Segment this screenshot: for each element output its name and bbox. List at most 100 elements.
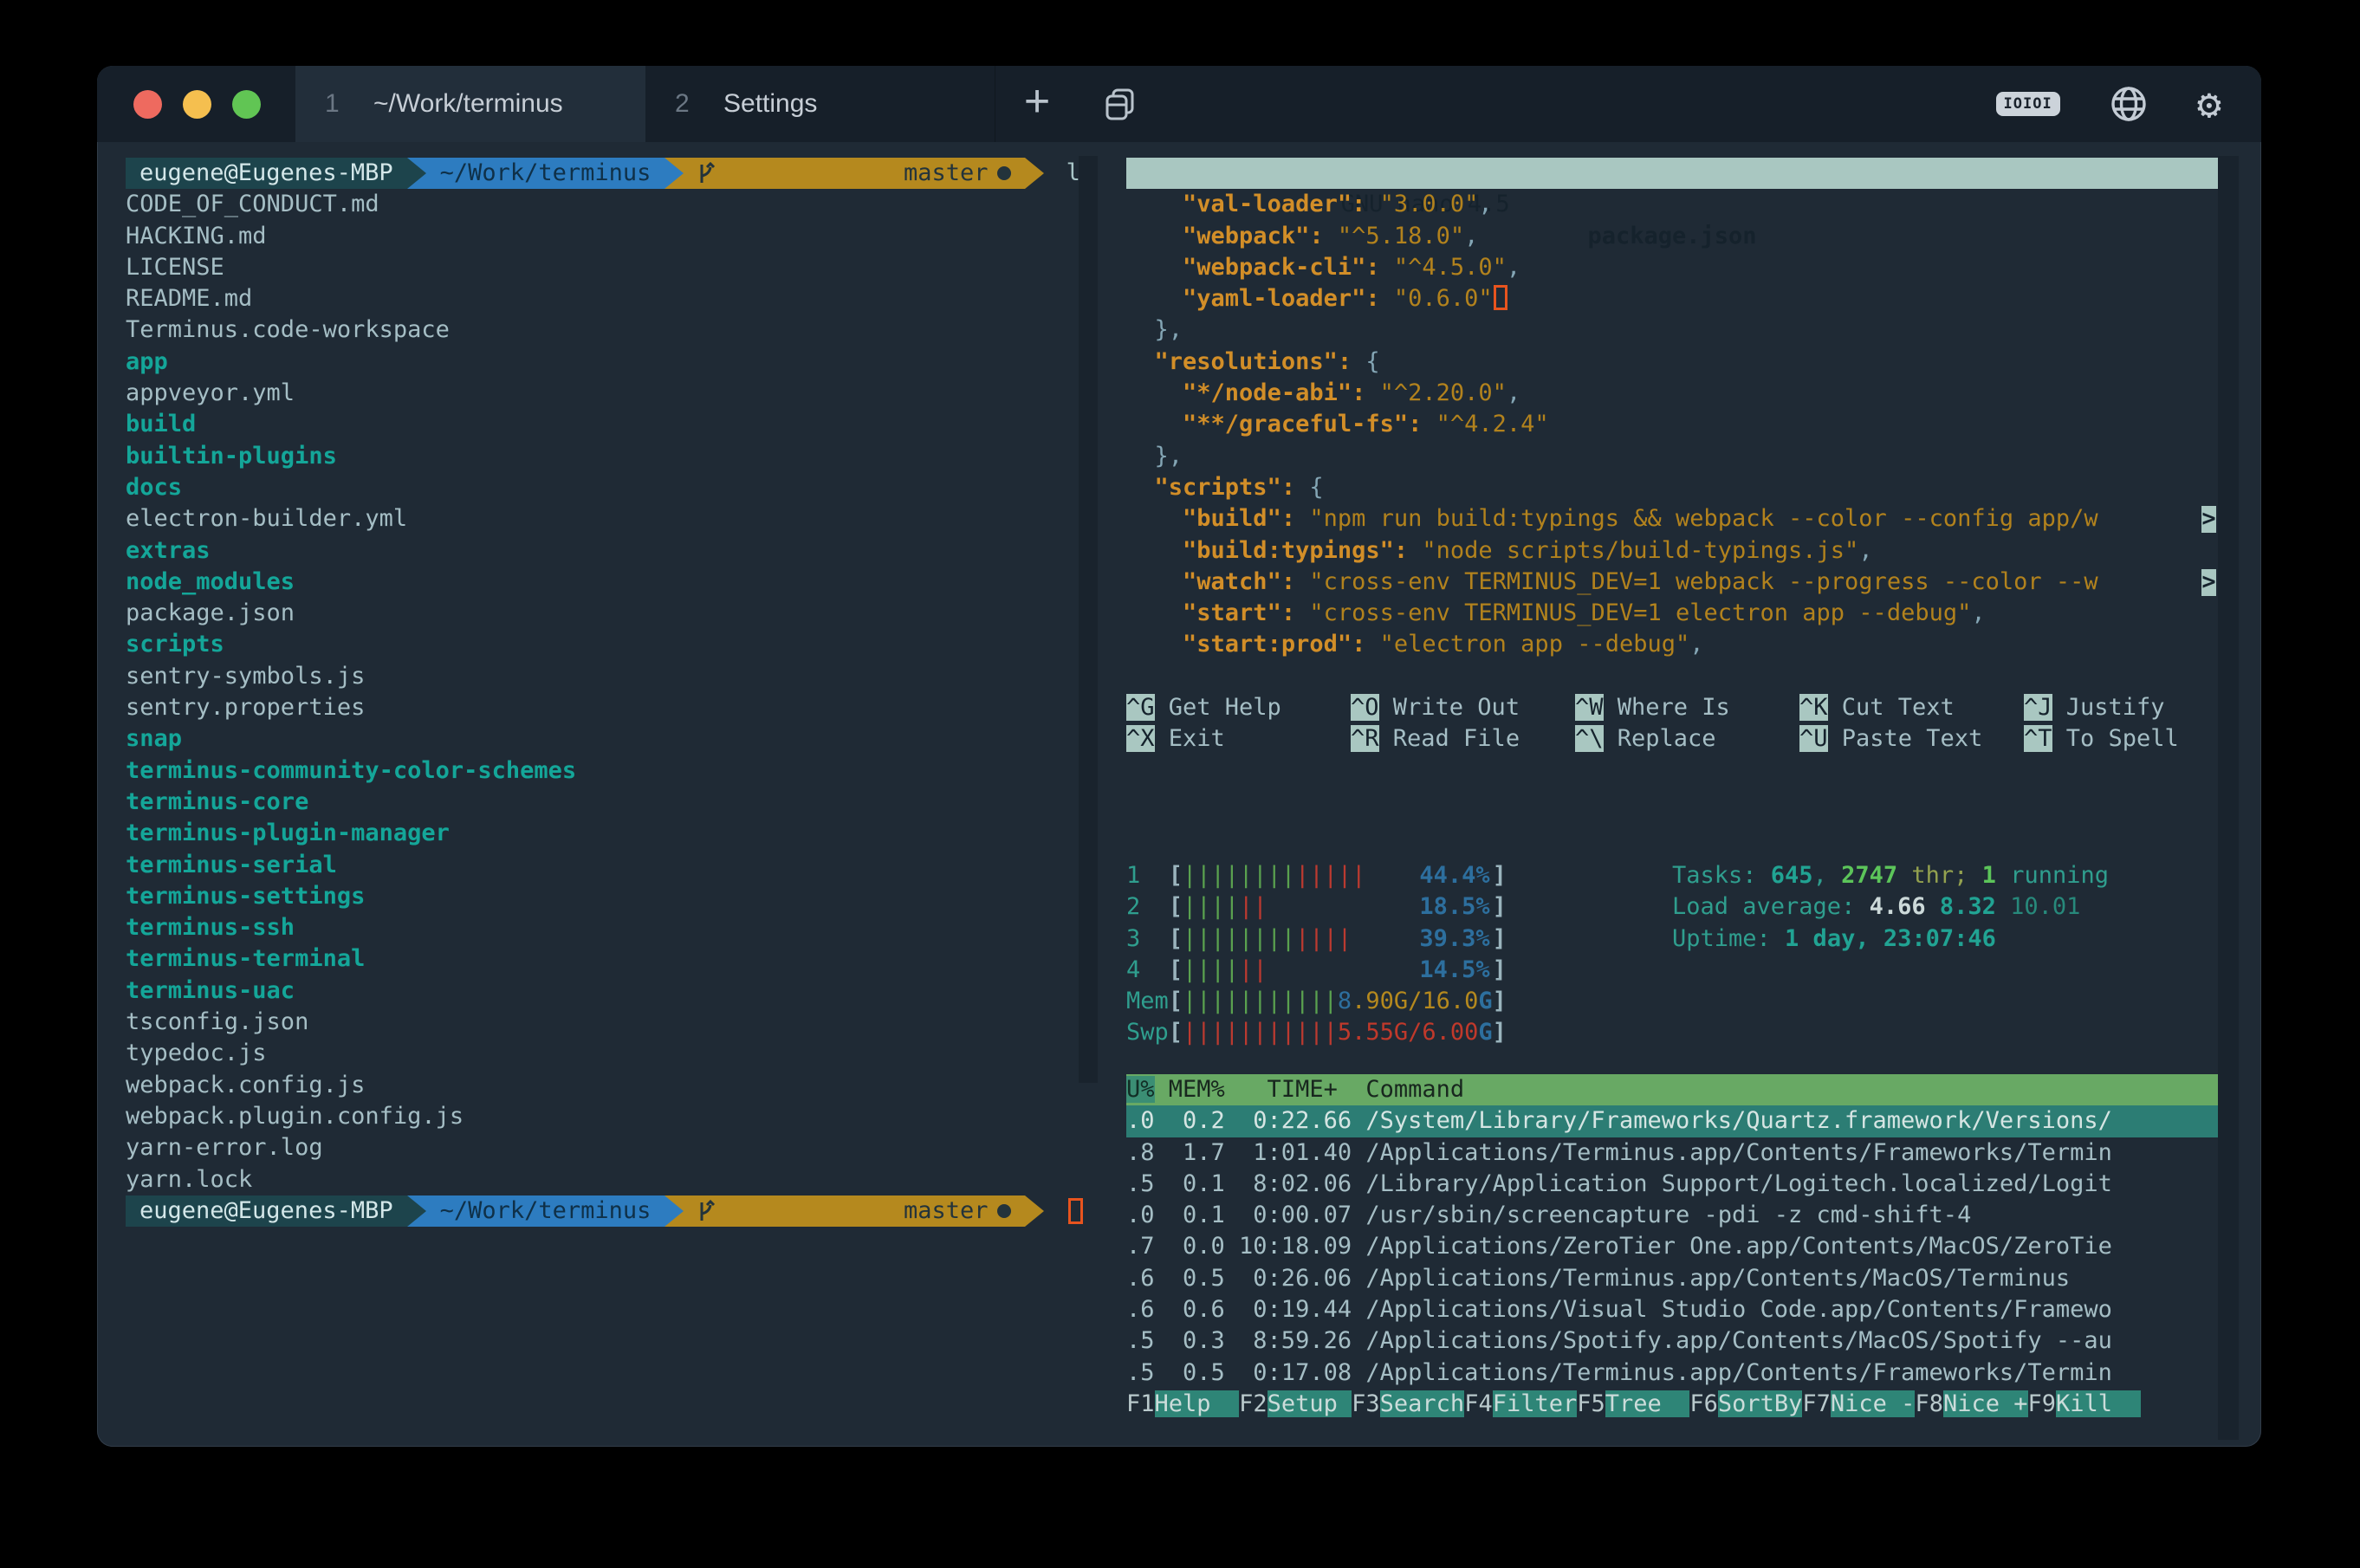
file-entry: README.md <box>126 283 1122 314</box>
file-entry: webpack.plugin.config.js <box>126 1101 1122 1132</box>
process-row[interactable]: .0 0.2 0:22.66 /System/Library/Framework… <box>1126 1105 2218 1137</box>
file-entry: extras <box>126 535 1122 567</box>
htop-meter: 1[|||||||||||||44.4%] <box>1126 860 1507 891</box>
process-row[interactable]: .7 0.0 10:18.09 /Applications/ZeroTier O… <box>1126 1231 2218 1262</box>
htop-meter: Mem[|||||||||||8.90G/16.0G] <box>1126 986 1507 1017</box>
nano-editor: GNU nano 4.5 package.json "val-loader": … <box>1126 158 2218 755</box>
right-pane-scrollbar[interactable] <box>2218 156 2239 1440</box>
serial-port-icon[interactable]: IOIOI <box>1996 92 2060 116</box>
file-entry: LICENSE <box>126 252 1122 283</box>
nano-line: "webpack-cli": "^4.5.0", <box>1126 252 2218 283</box>
window-controls <box>97 66 295 142</box>
git-dirty-dot-icon <box>997 166 1011 180</box>
nano-line: "build:typings": "node scripts/build-typ… <box>1126 535 2218 567</box>
htop-summary-line: Uptime: 1 day, 23:07:46 <box>1672 923 2109 955</box>
powerline-separator <box>407 158 426 189</box>
plus-icon: + <box>1024 75 1050 127</box>
minimize-button[interactable] <box>183 90 211 119</box>
nano-shortcut: ^X Exit <box>1126 723 1351 755</box>
git-branch-name: master <box>904 158 989 189</box>
powerline-separator <box>665 158 684 189</box>
file-entry: terminus-core <box>126 787 1122 818</box>
titlebar-right-icons: IOIOI ⚙ <box>1996 66 2261 142</box>
nano-line: "start:prod": "electron app --debug", <box>1126 629 2218 660</box>
nano-line: }, <box>1126 314 2218 346</box>
close-button[interactable] <box>133 90 162 119</box>
split-pane-button[interactable] <box>1079 66 1162 142</box>
nano-line: "build": "npm run build:typings && webpa… <box>1126 503 2218 535</box>
file-entry: package.json <box>126 598 1122 629</box>
file-entry: typedoc.js <box>126 1038 1122 1069</box>
nano-titlebar: GNU nano 4.5 package.json <box>1126 158 2218 189</box>
nano-line: }, <box>1126 441 2218 472</box>
new-tab-button[interactable]: + <box>995 66 1079 142</box>
nano-shortcut: ^R Read File <box>1351 723 1575 755</box>
file-entry: terminus-plugin-manager <box>126 818 1122 849</box>
nano-line: "resolutions": { <box>1126 347 2218 378</box>
ls-output: CODE_OF_CONDUCT.mdHACKING.mdLICENSEREADM… <box>126 189 1122 1195</box>
nano-shortcut: ^W Where Is <box>1575 692 1799 723</box>
prompt-cwd: ~/Work/terminus <box>426 1195 665 1227</box>
nano-line: "watch": "cross-env TERMINUS_DEV=1 webpa… <box>1126 567 2218 598</box>
file-entry: app <box>126 347 1122 378</box>
file-entry: terminus-serial <box>126 850 1122 881</box>
file-entry: yarn.lock <box>126 1164 1122 1195</box>
nano-line: "yaml-loader": "0.6.0" <box>1126 283 2218 314</box>
prompt-user-host: eugene@Eugenes-MBP <box>126 158 407 189</box>
nano-line: "webpack": "^5.18.0", <box>1126 221 2218 252</box>
nano-line: "**/graceful-fs": "^4.2.4" <box>1126 409 2218 440</box>
nano-line: "scripts": { <box>1126 472 2218 503</box>
htop-meter: 4[||||||14.5%] <box>1126 955 1507 986</box>
right-terminal-pane[interactable]: GNU nano 4.5 package.json "val-loader": … <box>1123 142 2261 1447</box>
htop-meter: 2[||||||18.5%] <box>1126 891 1507 923</box>
process-row[interactable]: .5 0.3 8:59.26 /Applications/Spotify.app… <box>1126 1325 2218 1357</box>
htop-meter: Swp[|||||||||||5.55G/6.00G] <box>1126 1017 1507 1048</box>
nano-shortcut: ^T To Spell <box>2024 723 2248 755</box>
htop-meters: 1[|||||||||||||44.4%]2[||||||18.5%]3[|||… <box>1126 860 1507 1049</box>
file-entry: snap <box>126 723 1122 755</box>
prompt-line-top: eugene@Eugenes-MBP ~/Work/terminus mas <box>126 158 1122 189</box>
left-pane-scrollbar[interactable] <box>1079 156 1098 1083</box>
nano-shortcut: ^K Cut Text <box>1799 692 2024 723</box>
nano-buffer: "val-loader": "3.0.0", "webpack": "^5.18… <box>1126 189 2218 660</box>
file-entry: node_modules <box>126 567 1122 598</box>
tab-work-terminus[interactable]: 1 ~/Work/terminus <box>295 66 645 142</box>
git-branch-icon <box>697 100 895 248</box>
zoom-button[interactable] <box>232 90 261 119</box>
file-entry: appveyor.yml <box>126 378 1122 409</box>
terminal-pane[interactable]: eugene@Eugenes-MBP ~/Work/terminus mas <box>126 142 1122 1447</box>
process-row[interactable]: .5 0.5 0:17.08 /Applications/Terminus.ap… <box>1126 1357 2218 1389</box>
process-row[interactable]: .0 0.1 0:00.07 /usr/sbin/screencapture -… <box>1126 1200 2218 1231</box>
globe-icon[interactable] <box>2109 84 2149 124</box>
terminus-window: 1 ~/Work/terminus 2 Settings + <box>97 66 2261 1447</box>
powerline-separator <box>407 1195 426 1227</box>
htop-meter: 3[||||||||||||39.3%] <box>1126 923 1507 955</box>
prompt-cwd: ~/Work/terminus <box>426 158 665 189</box>
window-titlebar: 1 ~/Work/terminus 2 Settings + <box>97 66 2261 142</box>
process-rows: .0 0.2 0:22.66 /System/Library/Framework… <box>1126 1105 2218 1389</box>
process-table-header[interactable]: U% MEM% TIME+ Command <box>1126 1074 2218 1105</box>
sort-column-header[interactable]: U% <box>1126 1076 1155 1103</box>
settings-gear-icon[interactable]: ⚙ <box>2197 84 2221 125</box>
nano-line: "val-loader": "3.0.0", <box>1126 189 2218 220</box>
process-row[interactable]: .6 0.5 0:26.06 /Applications/Terminus.ap… <box>1126 1263 2218 1294</box>
process-row[interactable]: .8 1.7 1:01.40 /Applications/Terminus.ap… <box>1126 1137 2218 1169</box>
file-entry: terminus-terminal <box>126 943 1122 975</box>
file-entry: sentry-symbols.js <box>126 661 1122 692</box>
nano-cursor <box>1494 285 1507 310</box>
terminal-cursor <box>1068 1198 1083 1224</box>
screen: 1 ~/Work/terminus 2 Settings + <box>0 0 2360 1568</box>
tab-title: ~/Work/terminus <box>373 89 563 119</box>
process-row[interactable]: .5 0.1 8:02.06 /Library/Application Supp… <box>1126 1169 2218 1200</box>
nano-shortcut: ^U Paste Text <box>1799 723 2024 755</box>
file-entry: terminus-settings <box>126 881 1122 912</box>
file-entry: yarn-error.log <box>126 1132 1122 1163</box>
prompt-user-host: eugene@Eugenes-MBP <box>126 1195 407 1227</box>
prompt-git-segment: master <box>684 1195 1024 1227</box>
nano-shortcut: ^\ Replace <box>1575 723 1799 755</box>
powerline-separator <box>1025 1195 1044 1227</box>
line-truncation-marker: > <box>2201 569 2216 596</box>
table-header-columns: MEM% TIME+ Command <box>1155 1076 1465 1103</box>
prompt-line-bottom: eugene@Eugenes-MBP ~/Work/terminus mas <box>126 1195 1122 1227</box>
process-row[interactable]: .6 0.6 0:19.44 /Applications/Visual Stud… <box>1126 1294 2218 1325</box>
